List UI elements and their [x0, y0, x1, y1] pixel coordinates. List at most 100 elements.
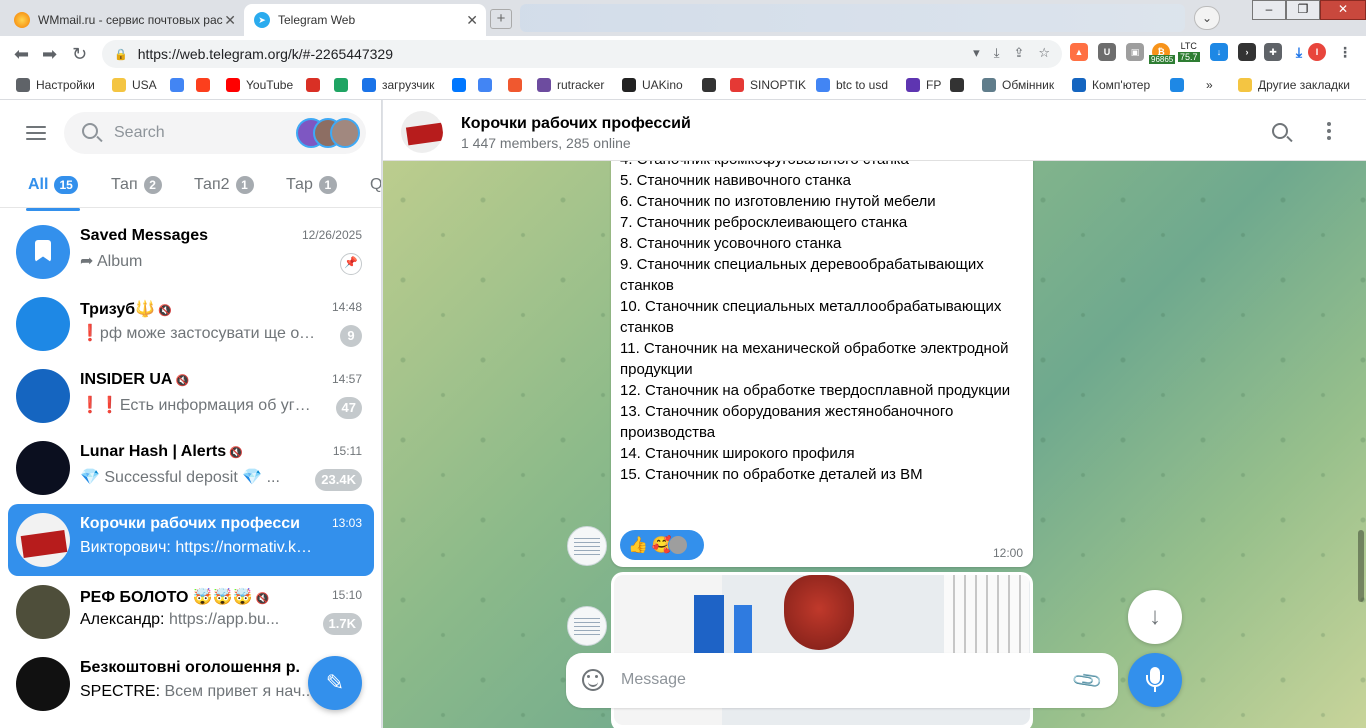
chat-list-item[interactable]: РЕФ БОЛОТО 🤯🤯🤯 🔇 15:10 Александр: https://a… [8, 576, 374, 648]
address-bar[interactable]: 🔒 https://web.telegram.org/k/#-226544732… [102, 40, 1062, 68]
chat-header[interactable]: Корочки рабочих профессий 1 447 members,… [383, 100, 1366, 161]
sender-avatar[interactable] [567, 606, 607, 646]
chat-time: 15:11 [332, 444, 362, 458]
preview-text: 💎 Successful deposit 💎 ... [80, 469, 280, 486]
bookmark-item[interactable]: btc to usd [816, 78, 888, 92]
attach-icon[interactable]: 📎 [1070, 663, 1105, 698]
vk-icon [452, 78, 466, 92]
bookmark-item[interactable] [508, 78, 528, 92]
tab-telegram[interactable]: ➤ Telegram Web ✕ [244, 4, 486, 36]
bookmark-item[interactable] [702, 78, 722, 92]
chat-name: Корочки рабочих профессий🔇 [80, 515, 300, 533]
close-window-button[interactable]: ✕ [1320, 0, 1366, 20]
profile-avatar[interactable]: I [1308, 43, 1326, 61]
bookmark-item[interactable]: UAKino [622, 78, 683, 92]
chat-scrollbar[interactable] [1358, 530, 1364, 602]
search-icon[interactable] [1272, 123, 1288, 139]
scroll-down-button[interactable]: ↓ [1128, 590, 1182, 644]
ltc-extension[interactable]: LTC 75.7 [1178, 41, 1200, 62]
bookmark-item[interactable] [306, 78, 326, 92]
folder-tab[interactable]: Тап 2 [111, 176, 162, 194]
chat-time: 15:10 [331, 588, 362, 602]
close-tab-icon[interactable]: ✕ [466, 12, 478, 29]
bookmark-item[interactable] [334, 78, 354, 92]
folder-tab[interactable]: Q [370, 176, 381, 194]
bookmark-item[interactable]: Обмінник [982, 78, 1054, 92]
forward-icon[interactable]: ➡ [42, 44, 57, 65]
briefcase-extension-icon[interactable]: ▣ [1126, 43, 1144, 61]
tab-title: Telegram Web [278, 13, 356, 27]
sender-avatar[interactable] [567, 526, 607, 566]
new-chat-button[interactable]: ✎ [308, 656, 362, 710]
bookmark-item[interactable]: Другие закладки [1238, 78, 1350, 92]
fire-extension-icon[interactable]: ▲ [1070, 43, 1088, 61]
bookmark-item[interactable] [950, 78, 970, 92]
unread-badge: 23.4K [315, 469, 362, 491]
minimize-button[interactable]: ‒ [1252, 0, 1286, 20]
chat-list-item[interactable]: Lunar Hash | Alerts 🔇 15:11 💎 Successful de… [8, 432, 374, 504]
story-avatar[interactable] [330, 118, 360, 148]
chat-time: 14:48 [331, 300, 362, 314]
downloads-icon[interactable]: ⤓ [1290, 43, 1308, 61]
bookmark-item[interactable] [1170, 78, 1190, 92]
message-composer[interactable]: Message 📎 [566, 653, 1118, 708]
bookmark-icon [35, 240, 51, 262]
bookmark-item[interactable] [478, 78, 498, 92]
message-line: 8. Станочник усовочного станка [620, 235, 842, 252]
reload-icon[interactable]: ↻ [72, 44, 87, 65]
message-line: 7. Станочник ребросклеивающего станка [620, 214, 908, 231]
stories-avatars[interactable] [296, 118, 360, 148]
chat-list-item[interactable]: Saved Messages 12/26/2025 ➦ Album 📌 [8, 216, 374, 288]
share-icon[interactable]: ⇪ [1013, 45, 1024, 61]
hamburger-menu-icon[interactable] [26, 126, 46, 140]
new-tab-button[interactable]: + [490, 9, 512, 29]
terminal-extension-icon[interactable]: › [1238, 43, 1256, 61]
bookmark-item[interactable] [196, 78, 216, 92]
tab-wmmail[interactable]: WMmail.ru - сервис почтовых рас ✕ [4, 4, 244, 36]
message-bubble[interactable]: 3. Станочник клеенаносящего станка4. Ста… [611, 140, 1033, 567]
menu-kebab-icon[interactable]: ⋮ [1336, 43, 1354, 61]
download-extension-icon[interactable]: ↓ [1210, 43, 1228, 61]
chat-list-item[interactable]: Тризуб🔱 🔇 14:48 ❗рф може застосувати ще оди… [8, 288, 374, 360]
preview-text: ❗❗Есть информация об угро... [80, 397, 316, 414]
bookmark-item[interactable]: rutracker [537, 78, 604, 92]
back-icon[interactable]: ⬅ [14, 44, 29, 65]
bookmark-item[interactable]: YouTube [226, 78, 293, 92]
tab-search-button[interactable]: ⌄ [1194, 6, 1220, 30]
folder-label: Тап2 [194, 176, 230, 193]
chat-list-panel: Search All 15 Тап 2 Тап2 1 Тар 1 Q Saved Message… [0, 100, 382, 728]
bookmark-item[interactable]: Настройки [16, 78, 95, 92]
bookmark-item[interactable]: загрузчик [362, 78, 434, 92]
emoji-icon[interactable] [582, 669, 604, 691]
folder-tab[interactable]: Тап2 1 [194, 176, 254, 194]
chat-name: Saved Messages [80, 227, 300, 245]
maximize-button[interactable]: ❐ [1286, 0, 1320, 20]
bookmark-item[interactable]: FP [906, 78, 941, 92]
folder-tab[interactable]: All 15 [26, 176, 80, 211]
install-icon[interactable]: ⤓ [994, 45, 1000, 61]
bookmark-item[interactable]: SINOPTIK [730, 78, 806, 92]
youtube-icon [226, 78, 240, 92]
reactions-chip[interactable]: 👍 🥰 [620, 530, 704, 560]
chat-header-avatar[interactable] [401, 111, 443, 153]
bookmark-item[interactable]: Комп'ютер [1072, 78, 1150, 92]
bookmark-item[interactable] [452, 78, 472, 92]
browser-toolbar: ⬅ ➡ ↻ 🔒 https://web.telegram.org/k/#-226… [0, 36, 1366, 72]
voice-record-button[interactable] [1128, 653, 1182, 707]
bookmark-item[interactable] [170, 78, 190, 92]
shield-extension-icon[interactable]: U [1098, 43, 1116, 61]
message-text: 3. Станочник клеенаносящего станка4. Ста… [620, 140, 1024, 485]
close-tab-icon[interactable]: ✕ [224, 12, 236, 29]
dropdown-icon[interactable]: ▾ [973, 45, 980, 61]
more-bookmarks-icon[interactable]: » [1206, 78, 1213, 92]
puzzle-icon[interactable]: ✚ [1264, 43, 1282, 61]
preview-sender: SPECTRE: [80, 683, 161, 700]
bookmark-star-icon[interactable]: ☆ [1038, 45, 1050, 61]
more-options-icon[interactable] [1327, 122, 1331, 143]
folder-tab[interactable]: Тар 1 [286, 176, 337, 194]
chat-list-item[interactable]: Корочки рабочих профессий🔇 13:03 Викторови… [8, 504, 374, 576]
preview-text: https://normativ.kon... [175, 539, 316, 556]
chat-list-item[interactable]: INSIDER UA 🔇 14:57 ❗❗Есть информация об угр… [8, 360, 374, 432]
bookmark-item[interactable]: USA [112, 78, 157, 92]
message-input[interactable]: Message [621, 671, 686, 689]
